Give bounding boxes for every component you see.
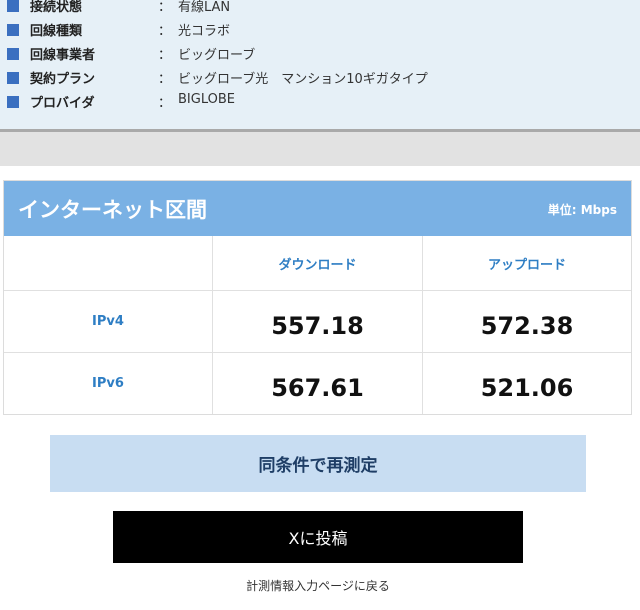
bullet-square-icon [7, 72, 19, 84]
info-value: ビッグローブ [178, 48, 256, 63]
info-separator: ： [158, 96, 172, 111]
info-row-provider: プロバイダ ： BIGLOBE [0, 90, 640, 114]
result-grid: ダウンロード アップロード IPv4 557.18 572.38 IPv6 56… [4, 236, 631, 414]
connection-info-panel: 接続状態 ： 有線LAN 回線種類 ： 光コラボ 回線事業者 ： ビッグローブ … [0, 0, 640, 132]
result-header: インターネット区間 単位: Mbps [4, 181, 631, 236]
info-separator: ： [158, 48, 172, 63]
ipv4-download-value: 557.18 [213, 291, 423, 353]
info-row-connection-status: 接続状態 ： 有線LAN [0, 0, 640, 18]
info-value: ビッグローブ光 マンション10ギガタイプ [178, 72, 428, 87]
ipv6-download-value: 567.61 [213, 353, 423, 414]
info-value: BIGLOBE [178, 92, 235, 107]
info-label: 回線種類 [30, 24, 83, 39]
result-title: インターネット区間 [18, 198, 207, 222]
info-label: プロバイダ [30, 96, 95, 111]
bullet-square-icon [7, 0, 19, 12]
row-header-ipv4: IPv4 [4, 291, 213, 353]
post-to-x-button[interactable]: Xに投稿 [113, 511, 523, 563]
speed-value: 521.06 [480, 373, 574, 402]
back-to-input-link[interactable]: 計測情報入力ページに戻る [0, 577, 636, 594]
speed-result-table: インターネット区間 単位: Mbps ダウンロード アップロード IPv4 55… [3, 180, 632, 415]
info-separator: ： [158, 72, 172, 87]
speed-value: 557.18 [271, 311, 364, 340]
speed-value: 572.38 [480, 311, 574, 340]
info-row-plan: 契約プラン ： ビッグローブ光 マンション10ギガタイプ [0, 66, 640, 90]
bullet-square-icon [7, 48, 19, 60]
info-value: 有線LAN [178, 0, 231, 15]
row-header-label: IPv4 [92, 314, 124, 329]
column-header-label: アップロード [487, 257, 566, 273]
info-separator: ： [158, 24, 172, 39]
info-label: 回線事業者 [30, 48, 96, 63]
row-header-ipv6: IPv6 [4, 353, 213, 414]
column-header-download: ダウンロード [213, 236, 423, 291]
column-header-label: ダウンロード [278, 257, 357, 273]
bullet-square-icon [7, 96, 19, 108]
column-header-upload: アップロード [423, 236, 631, 291]
ipv6-upload-value: 521.06 [423, 353, 631, 414]
row-header-label: IPv6 [92, 376, 124, 391]
section-divider-band [0, 132, 640, 166]
info-row-carrier: 回線事業者 ： ビッグローブ [0, 42, 640, 66]
bullet-square-icon [7, 24, 19, 36]
info-label: 接続状態 [30, 0, 83, 15]
speed-value: 567.61 [271, 373, 364, 402]
info-label: 契約プラン [30, 72, 96, 87]
info-separator: ： [158, 0, 172, 15]
ipv4-upload-value: 572.38 [423, 291, 631, 353]
empty-corner-cell [4, 236, 213, 291]
info-row-line-type: 回線種類 ： 光コラボ [0, 18, 640, 42]
retest-button[interactable]: 同条件で再測定 [50, 435, 586, 492]
result-unit: 単位: Mbps [547, 203, 617, 217]
info-value: 光コラボ [178, 24, 231, 39]
